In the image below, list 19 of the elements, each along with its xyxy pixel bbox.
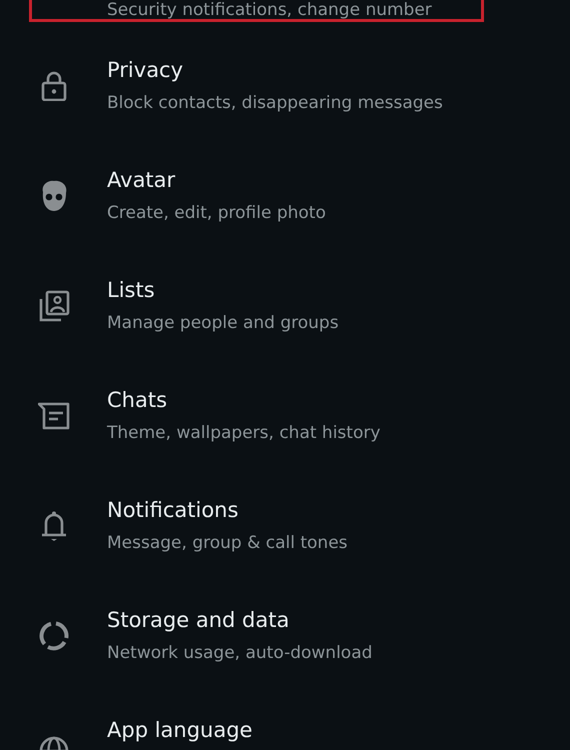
settings-item-subtitle: Theme, wallpapers, chat history [107,422,380,445]
settings-item-subtitle: Message, group & call tones [107,532,348,555]
settings-item-title[interactable]: Avatar [107,166,326,194]
bell-icon [40,510,66,542]
settings-item-title[interactable]: Storage and data [107,606,372,634]
storage-icon [38,620,70,652]
settings-item-title[interactable]: App language [107,716,252,744]
settings-item-subtitle: Create, edit, profile photo [107,202,326,225]
settings-item-subtitle: Manage people and groups [107,312,339,335]
settings-item-title[interactable]: Lists [107,276,339,304]
settings-item-subtitle: Block contacts, disappearing messages [107,92,443,115]
settings-item-title[interactable]: Privacy [107,56,443,84]
settings-item-title[interactable]: Notifications [107,496,348,524]
settings-item-title[interactable]: Chats [107,386,380,414]
settings-item-subtitle: Network usage, auto-download [107,642,372,665]
row-subtitle: Security notifications, change number [107,0,432,20]
message-icon [38,402,70,430]
lock-icon [40,71,66,101]
stacked-portrait-icon [38,290,70,322]
